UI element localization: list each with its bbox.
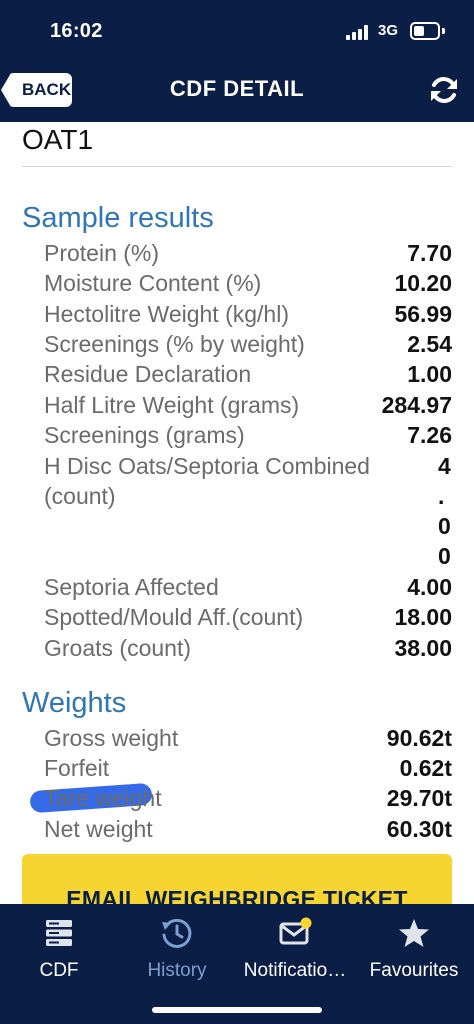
tab-history[interactable]: History — [118, 904, 236, 994]
value-fragment: . — [438, 483, 445, 509]
divider — [22, 166, 452, 167]
result-row: Septoria Affected 4.00 — [44, 572, 452, 602]
weight-value: 90.62t — [386, 725, 452, 751]
cdf-detail-content[interactable]: OAT1 Sample results Protein (%) 7.70 Moi… — [0, 122, 474, 904]
result-label: Hectolitre Weight (kg/hl) — [44, 301, 289, 327]
notification-badge — [300, 917, 312, 929]
result-row: Residue Declaration 1.00 — [44, 359, 452, 389]
result-value: 7.26 — [407, 422, 452, 448]
value-fragment: 0 — [438, 543, 451, 569]
tab-label: Notificatio… — [243, 960, 347, 981]
email-weighbridge-ticket-button[interactable]: EMAIL WEIGHBRIDGE TICKET — [22, 854, 452, 904]
result-label: Screenings (grams) — [44, 422, 245, 448]
weight-value: 29.70t — [386, 785, 452, 811]
result-row: Protein (%) 7.70 — [44, 238, 452, 268]
farm-code: OAT1 — [22, 124, 94, 155]
signal-strength-icon — [346, 24, 372, 40]
weight-label: Forfeit — [44, 755, 110, 781]
weight-row: Forfeit 0.62t — [44, 753, 452, 783]
weight-value: 60.30t — [386, 816, 452, 842]
weight-label: Gross weight — [44, 725, 179, 751]
result-label: Residue Declaration — [44, 361, 252, 387]
result-row: Screenings (% by weight) 2.54 — [44, 329, 452, 359]
result-value: 1.00 — [407, 361, 452, 387]
result-row: Moisture Content (%) 10.20 — [44, 268, 452, 298]
result-label: Spotted/Mould Aff.(count) — [44, 604, 304, 630]
result-row: Groats (count) 38.00 — [44, 633, 452, 663]
result-value: 56.99 — [394, 301, 452, 327]
result-label: Screenings (% by weight) — [44, 331, 305, 357]
tab-cdf[interactable]: CDF — [0, 904, 118, 994]
sample-results-heading: Sample results — [22, 202, 214, 234]
result-row: Screenings (grams) 7.26 — [44, 420, 452, 450]
result-label: Septoria Affected — [44, 574, 219, 600]
result-value: 38.00 — [394, 635, 452, 661]
tab-label: CDF — [39, 960, 79, 981]
result-value: 10.20 — [394, 270, 452, 296]
result-row: Spotted/Mould Aff.(count) 18.00 — [44, 602, 452, 632]
result-label: Groats (count) — [44, 635, 191, 661]
h-disc-label: H Disc Oats/Septoria Combined (count) — [44, 453, 370, 509]
result-label: Moisture Content (%) — [44, 270, 262, 296]
star-icon — [399, 919, 429, 947]
server-stack-icon — [46, 920, 72, 946]
result-row: Hectolitre Weight (kg/hl) 56.99 — [44, 299, 452, 329]
weight-label: Net weight — [44, 816, 153, 842]
weight-value: 0.62t — [399, 755, 452, 781]
weight-row: Tare weight 29.70t — [44, 783, 452, 813]
result-value: 7.70 — [407, 240, 452, 266]
value-fragment: 4 — [438, 453, 451, 479]
history-clock-icon — [162, 918, 192, 948]
tab-label: Favourites — [369, 960, 459, 981]
home-indicator — [152, 1007, 322, 1013]
tab-favourites[interactable]: Favourites — [354, 904, 474, 994]
bottom-tab-bar: CDF History Notificatio… Favourites — [0, 904, 474, 1024]
value-fragment: 0 — [438, 513, 451, 539]
network-type: 3G — [378, 22, 399, 39]
status-time: 16:02 — [50, 20, 103, 42]
page-title: CDF DETAIL — [169, 76, 305, 101]
result-label: Half Litre Weight (grams) — [44, 392, 300, 418]
weight-row: Net weight 60.30t — [44, 814, 452, 844]
app-header: 16:02 3G BACK CDF DETAIL — [0, 0, 474, 122]
weight-label: Tare weight — [44, 785, 162, 811]
result-value: 4.00 — [407, 574, 452, 600]
result-label: Protein (%) — [44, 240, 160, 266]
tab-notifications[interactable]: Notificatio… — [236, 904, 354, 994]
tab-label: History — [147, 960, 207, 981]
envelope-icon — [279, 917, 312, 945]
weight-row: Gross weight 90.62t — [44, 723, 452, 753]
h-disc-value-clipped: 4 . 0 0 — [438, 451, 452, 571]
result-value: 284.97 — [381, 392, 452, 418]
status-bar: 16:02 3G — [0, 0, 474, 60]
result-value: 2.54 — [407, 331, 452, 357]
result-row: Half Litre Weight (grams) 284.97 — [44, 390, 452, 420]
refresh-icon[interactable] — [428, 74, 460, 106]
battery-icon — [410, 22, 445, 40]
result-value: 18.00 — [394, 604, 452, 630]
weights-heading: Weights — [22, 687, 127, 719]
